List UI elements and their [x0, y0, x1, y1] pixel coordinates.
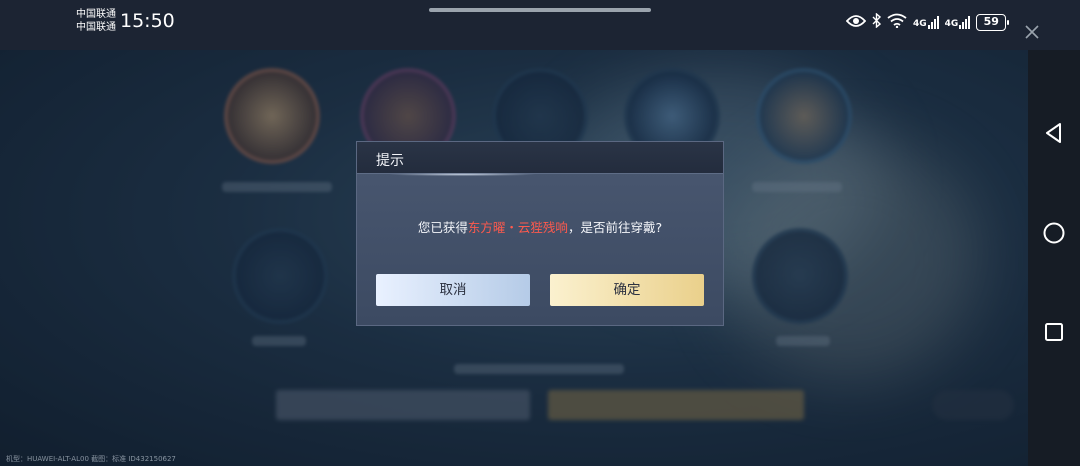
message-prefix: 您已获得	[417, 220, 468, 235]
network-type-1: 4G	[913, 18, 927, 29]
dialog-message: 您已获得东方曜・云狴残响，是否前往穿戴?	[357, 217, 723, 236]
recents-square-icon[interactable]	[1041, 319, 1067, 345]
signal-bars-1-icon	[927, 15, 939, 29]
dialog-header: 提示	[357, 142, 723, 176]
status-bar: 中国联通 中国联通 15:50 4G 4G 59	[0, 0, 1080, 50]
carrier-labels: 中国联通 中国联通	[76, 8, 116, 34]
reward-name: 东方曜・云狴残响	[467, 220, 568, 235]
carrier-2: 中国联通	[76, 22, 116, 33]
eye-icon	[845, 13, 867, 32]
home-circle-icon[interactable]	[1041, 220, 1067, 246]
message-suffix: ，是否前往穿戴?	[567, 220, 663, 235]
back-triangle-icon[interactable]	[1041, 120, 1067, 146]
cancel-button[interactable]: 取消	[376, 274, 530, 306]
navigation-bar	[1028, 50, 1080, 466]
header-light-accent	[387, 173, 537, 176]
network-type-2: 4G	[944, 18, 959, 29]
confirm-button[interactable]: 确定	[550, 274, 704, 306]
battery-indicator: 59	[976, 13, 1010, 31]
close-icon[interactable]	[1022, 22, 1042, 42]
carrier-1: 中国联通	[76, 9, 116, 20]
window-handle[interactable]	[429, 8, 651, 12]
status-icons: 4G 4G 59	[845, 11, 1010, 32]
confirm-dialog: 提示 您已获得东方曜・云狴残响，是否前往穿戴? 取消 确定	[356, 141, 724, 326]
wifi-icon	[887, 13, 907, 32]
signal-1: 4G	[913, 15, 939, 29]
device-watermark: 机型：HUAWEI-ALT-AL00 截图：标准 ID432150627	[6, 455, 176, 463]
signal-2: 4G	[944, 15, 971, 29]
bluetooth-icon	[872, 11, 882, 32]
dialog-title: 提示	[376, 153, 404, 169]
signal-bars-2-icon	[959, 15, 971, 29]
clock: 15:50	[120, 10, 175, 32]
